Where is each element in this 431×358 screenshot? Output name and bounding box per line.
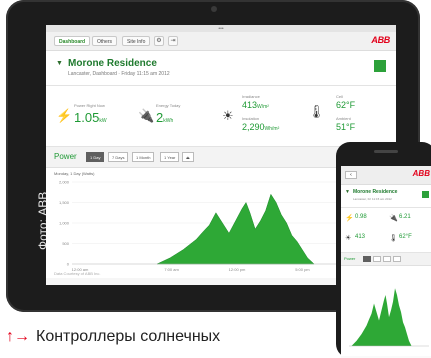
phone-power-value: 0.98 [355,214,367,220]
site-title[interactable]: Morone Residence [68,58,157,69]
range-1-month-button[interactable]: 1 Month [132,152,155,162]
caption-arrows: ↑→ [6,328,30,345]
logout-icon[interactable]: ⇥ [168,36,178,46]
phone-irradiance-value: 413 [355,234,366,240]
cell-temp-value: 62°F [336,100,356,110]
insolation-label: Insolation [242,116,260,121]
tab-dashboard[interactable]: Dashboard [54,36,91,46]
power-unit: kW [99,118,107,124]
insolation-number: 2,290 [242,122,265,132]
power-label: Power Right Now [74,103,105,108]
insolation-unit: Wh/m² [264,126,280,132]
plug-icon: 🔌 [138,108,155,123]
lightning-icon: ⚡ [345,215,354,222]
x-tick-label: 5:00 pm [295,267,310,272]
y-tick-label: 500 [62,241,69,246]
back-icon[interactable]: ‹ [345,171,357,179]
irradiance-number: 413 [242,100,258,110]
phone-range-1-day-button[interactable] [363,256,371,262]
insolation-value: 2,290Wh/m² [242,122,279,132]
phone-device: ‹ ABB ▼ Morone Residence Lancaster, Fri … [336,142,431,358]
phone-site-subtitle: Lancaster, Fri 11:15 am 2012 [353,197,392,201]
phone-top-bar: ‹ ABB [341,166,431,185]
range-1-day-button[interactable]: 1 Day [86,152,105,162]
power-area-series [156,193,315,265]
phone-range-selector: Power [341,253,431,266]
status-indicator [422,191,429,198]
thermometer-icon: 🌡 [389,235,398,242]
phone-screen: ‹ ABB ▼ Morone Residence Lancaster, Fri … [341,166,431,358]
thermometer-icon: 🌡 [308,104,325,119]
phone-site-header: ▼ Morone Residence Lancaster, Fri 11:15 … [341,185,431,208]
caption: ↑→ Контроллеры солнечных [6,328,220,346]
tab-others[interactable]: Others [92,36,118,46]
phone-power-area-chart [349,288,429,347]
y-tick-label: 2,000 [59,180,70,185]
lightning-icon: ⚡ [56,108,73,123]
abb-logo-phone: ABB [412,169,430,178]
phone-energy-value: 6.21 [399,214,411,220]
chevron-down-icon[interactable]: ▼ [56,60,63,67]
phone-range-7-days-button[interactable] [373,256,381,262]
status-bar: ••• [46,25,396,32]
energy-unit: kWh [163,118,174,124]
phone-site-title[interactable]: Morone Residence [353,189,397,195]
site-header: ▼ Morone Residence Lancaster, Dashboard … [46,51,396,86]
metrics-panel: ⚡ Power Right Now 1.05kW 🔌 Energy Today … [46,86,396,147]
chevron-down-icon[interactable]: ▼ [345,189,350,195]
power-number: 1.05 [74,110,100,125]
caption-text: Контроллеры солнечных [36,328,221,345]
irradiance-value: 413W/m² [242,100,269,110]
tab-bar: Dashboard Others Site Info ⚙ ⇥ ABB [46,32,396,51]
y-tick-label: 1,000 [59,221,70,226]
export-icon[interactable]: ⏏ [182,152,194,162]
range-1-year-button[interactable]: 1 Year [160,152,180,162]
y-tick-label: 1,500 [59,200,70,205]
irradiance-unit: W/m² [257,104,269,110]
ambient-label: Ambient [336,116,351,121]
chart-footer: Data Courtesy of ABB Inc. [54,271,101,276]
tab-site-info[interactable]: Site Info [122,36,151,46]
sun-icon: ☀ [345,235,352,242]
phone-range-1-year-button[interactable] [393,256,401,262]
settings-icon[interactable]: ⚙ [154,36,164,46]
sun-icon: ☀ [222,108,234,123]
phone-chart-panel [341,266,431,356]
ambient-temp-value: 51°F [336,122,356,132]
energy-label: Energy Today [156,103,181,108]
plug-icon: 🔌 [389,215,398,222]
phone-metrics: ⚡ 0.98 🔌 6.21 ☀ 413 🌡 62°F [341,208,431,253]
phone-temp-value: 62°F [399,234,412,240]
x-tick-label: 12:00 pm [229,267,246,272]
site-subtitle: Lancaster, Dashboard · Friday 11:15 am 2… [68,71,170,77]
tablet-camera [211,6,217,12]
x-tick-label: 7:00 am [164,267,179,272]
phone-range-1-month-button[interactable] [383,256,391,262]
power-section-label: Power [54,152,77,161]
phone-power-label: Power [344,256,356,261]
y-tick-label: 0 [67,262,70,267]
status-indicator [374,60,386,72]
cell-label: Cell [336,94,343,99]
abb-logo: ABB [371,35,390,45]
range-7-days-button[interactable]: 7 Days [108,152,129,162]
energy-value: 2kWh [156,110,173,125]
irradiance-label: Irradiance [242,94,260,99]
power-value: 1.05kW [74,110,107,125]
phone-speaker [374,150,398,153]
phone-power-area-series [351,288,412,346]
